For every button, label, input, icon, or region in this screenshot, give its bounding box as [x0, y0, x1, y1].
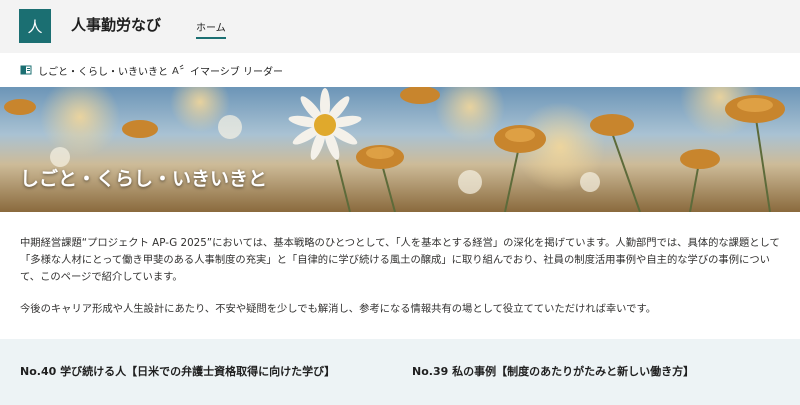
- news-card-title-no40[interactable]: No.40 学び続ける人【日米での弁護士資格取得に向けた学び】: [20, 363, 380, 380]
- command-bar: しごと・くらし・いきいきと A イマーシブ リーダー: [0, 53, 800, 87]
- immersive-reader-icon: A: [172, 64, 184, 76]
- intro-paragraph-2: 今後のキャリア形成や人生設計にあたり、不安や疑問を少しでも解消し、参考になる情報…: [20, 303, 657, 315]
- immersive-reader-button[interactable]: A イマーシブ リーダー: [172, 63, 283, 78]
- news-card-title-no39[interactable]: No.39 私の事例【制度のあたりがたみと新しい働き方】: [412, 363, 782, 380]
- hero-flower-image: [4, 87, 785, 212]
- site-header: 人 人事勤労なび ホーム: [0, 0, 800, 53]
- hero-title: しごと・くらし・いきいきと: [20, 168, 268, 190]
- page-title-label: しごと・くらし・いきいきと: [38, 66, 168, 78]
- news-cards-section: No.40 学び続ける人【日米での弁護士資格取得に向けた学び】 No.39 私の…: [0, 339, 800, 405]
- site-logo-text: 人: [27, 17, 43, 36]
- hero-banner: しごと・くらし・いきいきと: [0, 87, 800, 212]
- site-logo[interactable]: 人: [19, 9, 51, 43]
- site-title[interactable]: 人事勤労なび: [71, 14, 161, 35]
- svg-text:A: A: [172, 66, 179, 76]
- intro-paragraph-1: 中期経営課題“プロジェクト AP-G 2025”においては、基本戦略のひとつとし…: [20, 237, 780, 283]
- immersive-reader-label: イマーシブ リーダー: [190, 66, 283, 78]
- page-icon: [20, 64, 32, 76]
- page-title-link[interactable]: しごと・くらし・いきいきと: [20, 63, 168, 78]
- nav-home-link[interactable]: ホーム: [196, 19, 226, 39]
- intro-text: 中期経営課題“プロジェクト AP-G 2025”においては、基本戦略のひとつとし…: [20, 235, 780, 333]
